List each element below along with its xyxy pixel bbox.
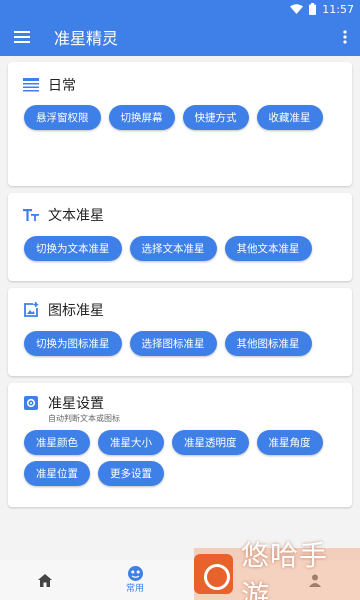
- common-icon: [127, 566, 143, 581]
- switch-screen-button[interactable]: 切换屏幕: [108, 105, 175, 130]
- app-title: 准星精灵: [54, 29, 119, 48]
- nav-home[interactable]: [0, 560, 90, 600]
- shortcut-button[interactable]: 快捷方式: [182, 105, 249, 130]
- switch-to-text-crosshair-button[interactable]: 切换为文本准星: [24, 236, 122, 261]
- settings-card-header: 准星设置: [8, 392, 352, 414]
- crosshair-color-button[interactable]: 准星颜色: [24, 430, 90, 455]
- text-card-header: 文本准星: [8, 204, 352, 226]
- favorite-crosshair-button[interactable]: 收藏准星: [256, 105, 323, 130]
- status-time: 11:57: [322, 2, 354, 16]
- wifi-icon: [290, 4, 304, 14]
- status-bar: 11:57: [0, 0, 360, 18]
- icon-crosshair-card: 图标准星 切换为图标准星 选择图标准星 其他图标准星: [8, 288, 352, 376]
- nav-common[interactable]: 常用: [90, 560, 180, 600]
- settings-icon: [22, 394, 40, 412]
- text-crosshair-card: 文本准星 切换为文本准星 选择文本准星 其他文本准星: [8, 193, 352, 281]
- daily-card: 日常 悬浮窗权限 切换屏幕 快捷方式 收藏准星: [8, 62, 352, 186]
- crosshair-angle-button[interactable]: 准星角度: [256, 430, 323, 455]
- crosshair-settings-card: 准星设置 自动判断文本或图标 准星颜色 准星大小 准星透明度 准星角度 准星位置…: [8, 383, 352, 507]
- daily-card-header: 日常: [8, 74, 352, 96]
- text-card-title: 文本准星: [48, 208, 104, 224]
- watermark-text: 悠哈手游: [240, 539, 328, 600]
- settings-card-subtitle: 自动判断文本或图标: [48, 414, 120, 423]
- other-icon-crosshair-button[interactable]: 其他图标准星: [224, 331, 312, 356]
- icon-card-header: 图标准星: [8, 299, 352, 321]
- settings-chip-row: 准星颜色 准星大小 准星透明度 准星角度 准星位置 更多设置: [8, 430, 352, 486]
- other-text-crosshair-button[interactable]: 其他文本准星: [224, 236, 312, 261]
- text-format-icon: [22, 206, 40, 224]
- daily-card-title: 日常: [48, 78, 76, 94]
- watermark-logo-icon: [194, 554, 233, 594]
- select-text-crosshair-button[interactable]: 选择文本准星: [129, 236, 217, 261]
- overlay-permission-button[interactable]: 悬浮窗权限: [24, 105, 101, 130]
- daily-icon: [22, 76, 40, 94]
- more-options-button[interactable]: [330, 18, 360, 56]
- battery-icon: [309, 3, 317, 15]
- menu-button[interactable]: [0, 18, 44, 56]
- crosshair-opacity-button[interactable]: 准星透明度: [172, 430, 249, 455]
- crosshair-size-button[interactable]: 准星大小: [98, 430, 164, 455]
- nav-common-label: 常用: [125, 584, 144, 594]
- select-icon-crosshair-button[interactable]: 选择图标准星: [129, 331, 217, 356]
- app-bar: 准星精灵: [0, 18, 360, 56]
- daily-chip-row: 悬浮窗权限 切换屏幕 快捷方式 收藏准星: [8, 105, 352, 130]
- icon-chip-row: 切换为图标准星 选择图标准星 其他图标准星: [8, 331, 352, 356]
- switch-to-icon-crosshair-button[interactable]: 切换为图标准星: [24, 331, 122, 356]
- more-vert-icon: [343, 30, 347, 44]
- image-add-icon: [22, 301, 40, 319]
- more-settings-button[interactable]: 更多设置: [98, 461, 164, 486]
- crosshair-position-button[interactable]: 准星位置: [24, 461, 90, 486]
- settings-card-title: 准星设置: [48, 396, 104, 412]
- text-chip-row: 切换为文本准星 选择文本准星 其他文本准星: [8, 236, 352, 261]
- icon-card-title: 图标准星: [48, 303, 104, 319]
- watermark: 悠哈手游: [194, 539, 360, 600]
- home-icon: [38, 573, 52, 587]
- menu-icon: [14, 31, 30, 43]
